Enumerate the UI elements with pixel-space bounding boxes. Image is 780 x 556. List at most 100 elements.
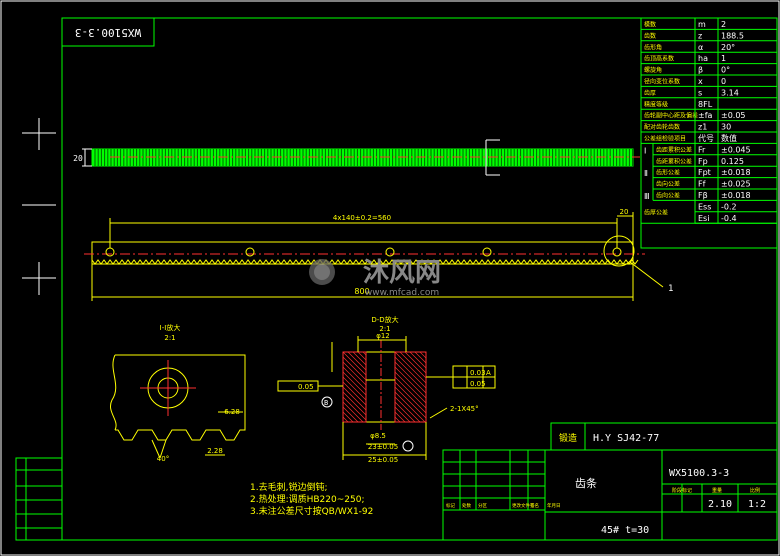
parameter-table: 模数 m 2 齿数 z 188.5 齿形角 α 20° 齿顶高系数 ha 1 螺旋角 β 0° 径向变位系数 x…	[640, 17, 778, 249]
param-value: 20°	[721, 43, 735, 52]
param-value: ±0.05	[721, 111, 746, 120]
param-name: 齿轮副中心距及偏差	[644, 112, 698, 120]
tooth-height-dim: 2.28	[207, 447, 223, 455]
code-box-text: WX5100.3-3	[75, 26, 141, 39]
note-3: 3.未注公差尺寸按QB/WX1-92	[250, 505, 373, 517]
depth-dim: 23±0.05	[368, 443, 398, 451]
param-symbol: 8FL	[698, 100, 713, 109]
param-name: 齿数	[644, 32, 656, 40]
param-value: 0°	[721, 66, 730, 75]
crosshair-marks	[22, 118, 56, 295]
tolerance-symbol: Fβ	[698, 191, 708, 200]
tolerance-symbol: Fr	[698, 145, 706, 154]
param-name: 模数	[644, 21, 656, 29]
angle-dim: 40°	[157, 455, 169, 463]
tolerance-value: ±0.018	[721, 191, 751, 200]
tolerance-value: 0.125	[721, 157, 744, 166]
param-symbol: β	[698, 66, 703, 75]
section-view	[277, 336, 496, 460]
gdt-value-1: 0.05	[298, 383, 314, 391]
watermark-url: www.mfcad.com	[365, 288, 439, 298]
tolerance-symbol: Ff	[698, 180, 706, 189]
standard-value: H.Y SJ42-77	[593, 433, 659, 444]
param-symbol: ha	[698, 54, 708, 63]
height-dim: 20	[73, 154, 83, 163]
drawing-code: WX5100.3-3	[669, 468, 729, 479]
tolerance-value: ±0.025	[721, 180, 751, 189]
detail-title: I-I放大	[160, 323, 181, 332]
note-1: 1.去毛刺,锐边倒钝;	[250, 481, 327, 493]
param-symbol: x	[698, 77, 703, 86]
detail-view	[110, 354, 246, 459]
param-symbol: α	[698, 43, 703, 52]
tolerance-group: Ⅰ	[644, 146, 646, 155]
chamfer-dim: 2-1X45°	[450, 405, 479, 413]
param-symbol: ±fa	[698, 111, 713, 120]
param-name: 精度等级	[644, 100, 668, 108]
title-block-label: 分区	[478, 502, 487, 509]
param-value: 0	[721, 77, 726, 86]
standard-label: 锻造	[559, 432, 577, 444]
param-name: 配对齿轮齿数	[644, 123, 680, 131]
detail-scale: 2:1	[164, 334, 175, 342]
section-title: D-D放大	[371, 315, 398, 324]
end-offset-dim: 20	[620, 208, 629, 216]
leader-label: 1	[668, 284, 673, 294]
tolerance-name: 齿距累积公差	[656, 157, 692, 165]
material-note: 45# t=30	[601, 525, 649, 536]
param-value: 3.14	[721, 88, 739, 97]
param-symbol: z1	[698, 123, 707, 132]
weight-value: 2.10	[708, 499, 732, 510]
param-value: 2	[721, 20, 726, 29]
tolerance-value: ±0.045	[721, 145, 751, 154]
param-symbol: 代号	[698, 133, 714, 143]
rack-top-view	[82, 139, 640, 176]
hole-spacing-dim: 4x140±0.2=560	[333, 214, 391, 222]
gdt-value-2: 0.03	[470, 369, 486, 377]
tolerance-name: 齿向公差	[656, 180, 680, 188]
thickness-dev-label: 齿厚公差	[644, 208, 668, 216]
tolerance-name: 齿形公差	[656, 169, 680, 177]
param-name: 公差组检验项目	[644, 135, 686, 143]
param-value: 数值	[721, 133, 737, 143]
thickness-dev-symbol: Esi	[698, 214, 709, 223]
title-block-label: 签名	[530, 502, 539, 509]
tolerance-symbol: Fp	[698, 157, 708, 166]
param-name: 螺旋角	[644, 66, 662, 74]
margin-table	[15, 457, 63, 541]
tolerance-symbol: Fpt	[698, 168, 711, 177]
param-symbol: m	[698, 20, 706, 29]
width-dim: 25±0.05	[368, 456, 398, 464]
datum-b-label: B	[324, 399, 328, 407]
scale-label: 比例	[750, 487, 760, 494]
part-name: 齿条	[575, 476, 597, 490]
tolerance-group: Ⅱ	[644, 169, 648, 178]
note-2: 2.热处理:调质HB220~250;	[250, 493, 365, 505]
title-block-label: 处数	[462, 502, 471, 509]
param-value: 30	[721, 123, 731, 132]
tolerance-name: 齿距累积公差	[656, 146, 692, 154]
watermark-logo	[309, 259, 335, 285]
bore-dim: φ12	[376, 332, 390, 340]
param-name: 齿厚	[644, 89, 656, 97]
cad-drawing: WX5100.3-3 20 4x140±0.2=560 800 20 1 沐风网…	[0, 0, 780, 556]
title-block-label: 标记	[446, 502, 455, 509]
pitch-dim: 6.28	[224, 408, 240, 416]
gdt-value-3: 0.05	[470, 380, 486, 388]
scale-value: 1:2	[748, 499, 766, 510]
tolerance-name: 齿向公差	[656, 192, 680, 200]
param-value: 1	[721, 54, 726, 63]
param-symbol: z	[698, 31, 702, 40]
thickness-dev-symbol: Ess	[698, 202, 711, 211]
tolerance-value: ±0.018	[721, 168, 751, 177]
tolerance-group: Ⅲ	[644, 192, 650, 201]
counterbore-dim: φ8.5	[370, 432, 386, 440]
watermark-brand: 沐风网	[363, 258, 441, 288]
stage-label: 阶段标记	[672, 487, 692, 494]
thickness-dev-value: -0.2	[721, 202, 737, 211]
param-name: 齿顶高系数	[644, 55, 674, 63]
title-block-label: 年月日	[547, 502, 561, 509]
param-name: 齿形角	[644, 43, 662, 51]
param-name: 径向变位系数	[644, 78, 680, 86]
param-symbol: s	[698, 88, 702, 97]
